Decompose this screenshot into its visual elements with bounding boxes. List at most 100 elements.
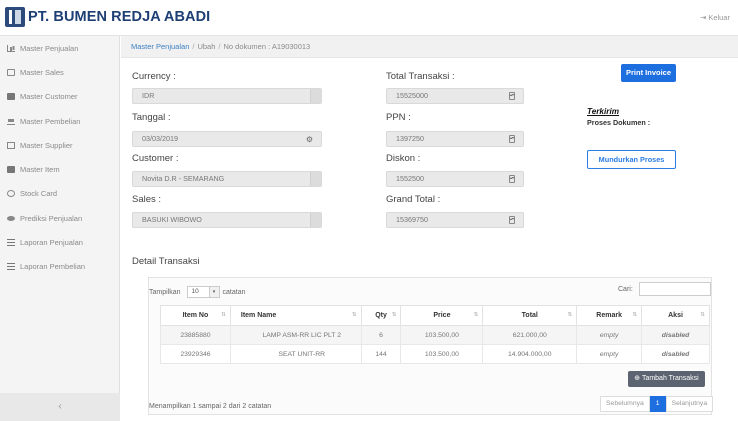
chevron-down-icon xyxy=(310,89,321,103)
page-length-select[interactable]: 10 ▾ xyxy=(186,286,220,298)
logout-link[interactable]: ⇥ Keluar xyxy=(700,13,730,22)
column-header-aksi[interactable]: Aksi ⇅ xyxy=(641,305,710,326)
company-logo-icon xyxy=(5,7,25,27)
sidebar: Master Penjualan Master Sales Master Cus… xyxy=(0,36,120,421)
logout-icon: ⇥ xyxy=(700,13,707,22)
sort-icon: ⇅ xyxy=(632,312,638,318)
chevron-down-icon xyxy=(310,172,321,186)
ppn-label: PPN : xyxy=(386,112,411,123)
cell-item-name: SEAT UNIT-RR xyxy=(229,344,362,364)
report-icon xyxy=(7,263,15,271)
sidebar-item-label: Laporan Penjualan xyxy=(20,238,83,248)
spinner-icon[interactable]: ▴▾ xyxy=(509,92,515,100)
brand[interactable]: PT. BUMEN REDJA ABADI xyxy=(5,7,210,27)
spinner-icon[interactable]: ▴▾ xyxy=(509,175,515,183)
sort-icon: ⇅ xyxy=(221,312,226,318)
page-length-control: Tampilkan 10 ▾ catatan xyxy=(149,286,245,298)
sidebar-item-master-customer[interactable]: Master Customer xyxy=(0,85,119,109)
breadcrumb-separator: / xyxy=(192,42,195,51)
tanggal-value: 03/03/2019 xyxy=(142,134,178,143)
sidebar-item-label: Master Penjualan xyxy=(20,43,79,53)
breadcrumb-doc-number: No dokumen : A19030013 xyxy=(223,42,311,51)
cell-qty: 144 xyxy=(360,344,402,364)
mundurkan-proses-button[interactable]: Mundurkan Proses xyxy=(587,150,676,169)
tanggal-input[interactable]: 03/03/2019 ⚙ xyxy=(132,131,322,147)
total-transaksi-value: 15525000 xyxy=(396,91,428,100)
status-subtitle: Proses Dokumen : xyxy=(587,118,651,127)
sort-icon: ⇅ xyxy=(391,312,397,318)
customer-icon xyxy=(7,93,15,101)
cell-aksi: disabled xyxy=(641,325,710,345)
table-row: 23929346 SEAT UNIT-RR 144 103.500,00 14.… xyxy=(160,344,710,364)
cart-icon xyxy=(7,118,15,125)
column-header-price[interactable]: Price ⇅ xyxy=(400,305,484,326)
sidebar-item-laporan-pembelian[interactable]: Laporan Pembelian xyxy=(0,255,119,279)
pagination-prev[interactable]: Sebelumnya xyxy=(600,396,650,412)
column-header-total[interactable]: Total ⇅ xyxy=(482,305,578,326)
cell-remark: empty xyxy=(576,325,643,345)
page-length-suffix: catatan xyxy=(222,288,246,296)
ppn-value: 1397250 xyxy=(396,134,424,143)
customer-select[interactable]: Novita D.R - SEMARANG xyxy=(132,171,322,187)
table-row: 23885880 LAMP ASM-RR LIC PLT 2 6 103.500… xyxy=(160,325,710,345)
pagination-next[interactable]: Selanjutnya xyxy=(665,396,714,412)
page-length-value: 10 xyxy=(191,288,199,295)
sidebar-item-stock-card[interactable]: Stock Card xyxy=(0,182,119,206)
search-input[interactable] xyxy=(639,282,711,296)
cell-price: 103.500,00 xyxy=(400,325,484,345)
sidebar-item-label: Master Sales xyxy=(20,67,64,77)
total-transaksi-input[interactable]: 15525000 ▴▾ xyxy=(386,88,524,104)
table-info: Menampilkan 1 sampai 2 dari 2 catatan xyxy=(149,403,272,410)
item-icon xyxy=(7,166,15,174)
sales-select[interactable]: BASUKI WIBOWO xyxy=(132,212,322,228)
column-header-item-no[interactable]: Item No ⇅ xyxy=(160,305,231,326)
sidebar-item-master-pembelian[interactable]: Master Pembelian xyxy=(0,109,119,133)
plus-circle-icon: ⊕ xyxy=(634,375,641,382)
sort-icon: ⇅ xyxy=(473,312,479,318)
detail-transaksi-title: Detail Transaksi xyxy=(132,256,200,267)
supplier-icon xyxy=(7,141,15,149)
chart-icon xyxy=(7,44,15,52)
ppn-input[interactable]: 1397250 ▴▾ xyxy=(386,131,524,147)
currency-select[interactable]: IDR xyxy=(132,88,322,104)
table-header-row: Item No ⇅ Item Name ⇅ Qty ⇅ Price ⇅ Total ⇅ R… xyxy=(160,305,710,326)
grand-total-value: 15369750 xyxy=(396,215,428,224)
breadcrumb-root-link[interactable]: Master Penjualan xyxy=(131,42,189,51)
breadcrumb-page: Ubah xyxy=(197,42,216,51)
sidebar-collapse-button[interactable]: ‹ xyxy=(0,393,120,421)
tambah-transaksi-button[interactable]: ⊕ Tambah Transaksi xyxy=(628,371,705,387)
pagination-page-1[interactable]: 1 xyxy=(649,396,666,412)
diskon-label: Diskon : xyxy=(386,153,421,164)
chevron-down-icon: ▾ xyxy=(208,287,219,297)
gear-icon[interactable]: ⚙ xyxy=(306,133,313,147)
spinner-icon[interactable]: ▴▾ xyxy=(509,135,515,143)
sidebar-item-label: Prediksi Penjualan xyxy=(20,213,83,223)
column-header-qty[interactable]: Qty ⇅ xyxy=(360,305,402,326)
top-bar: PT. BUMEN REDJA ABADI ⇥ Keluar xyxy=(0,0,738,36)
sales-value: BASUKI WIBOWO xyxy=(142,215,202,224)
cell-item-name: LAMP ASM-RR LIC PLT 2 xyxy=(229,325,362,345)
sidebar-item-master-supplier[interactable]: Master Supplier xyxy=(0,133,119,157)
sidebar-item-label: Master Item xyxy=(20,165,60,175)
sidebar-item-master-item[interactable]: Master Item xyxy=(0,157,119,181)
sidebar-item-master-sales[interactable]: Master Sales xyxy=(0,60,119,84)
sidebar-item-prediksi-penjualan[interactable]: Prediksi Penjualan xyxy=(0,206,119,230)
cell-total: 14.904.000,00 xyxy=(482,344,578,364)
cell-total: 621.000,00 xyxy=(482,325,578,345)
items-table: Item No ⇅ Item Name ⇅ Qty ⇅ Price ⇅ Total ⇅ R… xyxy=(160,305,710,364)
cell-aksi: disabled xyxy=(641,344,710,364)
column-header-remark[interactable]: Remark ⇅ xyxy=(576,305,643,326)
sidebar-item-label: Laporan Pembelian xyxy=(20,262,86,272)
print-invoice-button[interactable]: Print Invoice xyxy=(621,64,676,82)
cell-price: 103.500,00 xyxy=(400,344,484,364)
sidebar-item-master-penjualan[interactable]: Master Penjualan xyxy=(0,36,119,60)
diskon-input[interactable]: 1552500 ▴▾ xyxy=(386,171,524,187)
sidebar-item-laporan-penjualan[interactable]: Laporan Penjualan xyxy=(0,230,119,254)
chevron-down-icon xyxy=(310,213,321,227)
grand-total-input[interactable]: 15369750 ▴▾ xyxy=(386,212,524,228)
sales-label: Sales : xyxy=(132,194,162,205)
sort-icon: ⇅ xyxy=(351,312,357,318)
spinner-icon[interactable]: ▴▾ xyxy=(509,216,515,224)
eye-icon xyxy=(7,215,15,221)
column-header-item-name[interactable]: Item Name ⇅ xyxy=(229,305,362,326)
